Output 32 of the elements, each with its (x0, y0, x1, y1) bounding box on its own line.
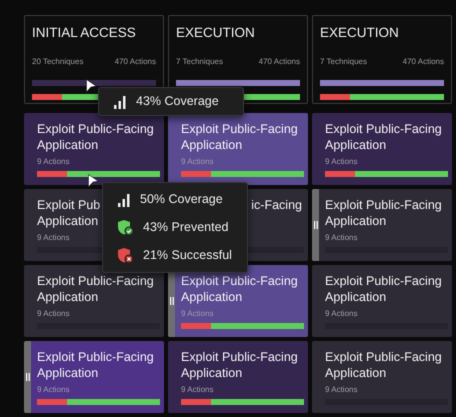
actions-count: 9 Actions (181, 385, 214, 395)
technique-title: Exploit Public-Facing Application (325, 198, 442, 228)
techniques-count: 7 Techniques (320, 57, 367, 67)
actions-count: 9 Actions (325, 157, 358, 167)
actions-count: 9 Actions (181, 309, 214, 319)
technique-title: Exploit Public-Facing Application (181, 350, 298, 380)
actions-count: 470 Actions (402, 57, 444, 67)
technique-title: Exploit Public-Facing Application (325, 274, 442, 304)
actions-count: 9 Actions (37, 157, 70, 167)
technique-title: Exploit Public-Facing Application (325, 350, 442, 380)
technique-title: Exploit Public-Facing Application (37, 350, 154, 380)
technique-title: ic-Facing (251, 198, 302, 212)
technique-title: Exploit Public-Facing Application (325, 122, 442, 152)
tactic-title: EXECUTION (176, 25, 256, 41)
actions-count: 470 Actions (114, 57, 156, 67)
actions-count: 9 Actions (325, 385, 358, 395)
actions-count: 9 Actions (37, 233, 70, 243)
actions-count: 9 Actions (181, 157, 214, 167)
technique-title: Exploit Public-Facing Application (181, 122, 298, 152)
technique-title: Exploit Public-Facing Application (37, 122, 154, 152)
technique-title: Exploit Pub Application (37, 198, 100, 228)
technique-title: Exploit Public-Facing Application (37, 274, 154, 304)
actions-count: 9 Actions (37, 385, 70, 395)
tactic-title: EXECUTION (320, 25, 400, 41)
actions-count: 9 Actions (325, 309, 358, 319)
techniques-count: 20 Techniques (32, 57, 84, 67)
actions-count: 9 Actions (325, 233, 358, 243)
tactic-title: INITIAL ACCESS (32, 25, 137, 41)
techniques-count: 7 Techniques (176, 57, 223, 67)
actions-count: 470 Actions (258, 57, 300, 67)
actions-count: 9 Actions (37, 309, 70, 319)
technique-title: Exploit Public-Facing Application (181, 274, 298, 304)
